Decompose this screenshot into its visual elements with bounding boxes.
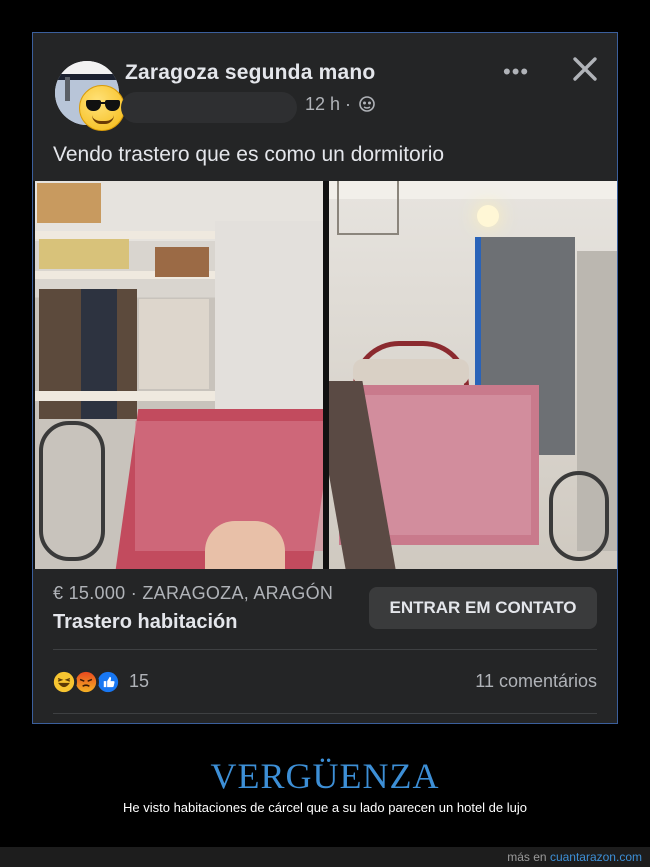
post-time[interactable]: 12 h · [305,94,351,115]
footer-prefix: más en [507,850,547,864]
globe-icon [359,96,375,112]
photo-storage-room-right[interactable] [329,181,617,569]
haha-icon [51,669,77,695]
sunglasses-emoji-icon [79,85,125,131]
footer-site-link[interactable]: cuantarazon.com [550,850,642,864]
footer-bar: más en cuantarazon.com [0,847,650,867]
marketplace-listing: € 15.000 · ZARAGOZA, ARAGÓN Trastero hab… [33,569,617,649]
photo-storage-room-left[interactable] [35,181,323,569]
comments-link[interactable]: 11 comentários [475,671,597,692]
caption-headline: VERGÜENZA [210,756,440,796]
reaction-count[interactable]: 15 [129,671,149,692]
redacted-author-bar [121,92,297,123]
divider-top [53,649,597,650]
footer-credit: más en cuantarazon.com [507,850,642,864]
page-name[interactable]: Zaragoza segunda mano [125,61,375,85]
caption-subtitle: He visto habitaciones de cárcel que a su… [123,800,527,815]
post-text: Vendo trastero que es como un dormitorio [53,143,445,166]
listing-photos[interactable] [33,181,617,569]
post-header: Zaragoza segunda mano 12 h · ••• [33,33,617,143]
more-dots-icon[interactable]: ••• [503,59,529,85]
close-icon[interactable] [571,55,599,83]
price-location: € 15.000 · ZARAGOZA, ARAGÓN [53,583,334,603]
divider-bottom [53,713,597,714]
contact-button[interactable]: ENTRAR EM CONTATO [369,587,597,629]
listing-title[interactable]: Trastero habitación [53,611,238,634]
facebook-post-card: Zaragoza segunda mano 12 h · ••• Vendo t… [32,32,618,724]
